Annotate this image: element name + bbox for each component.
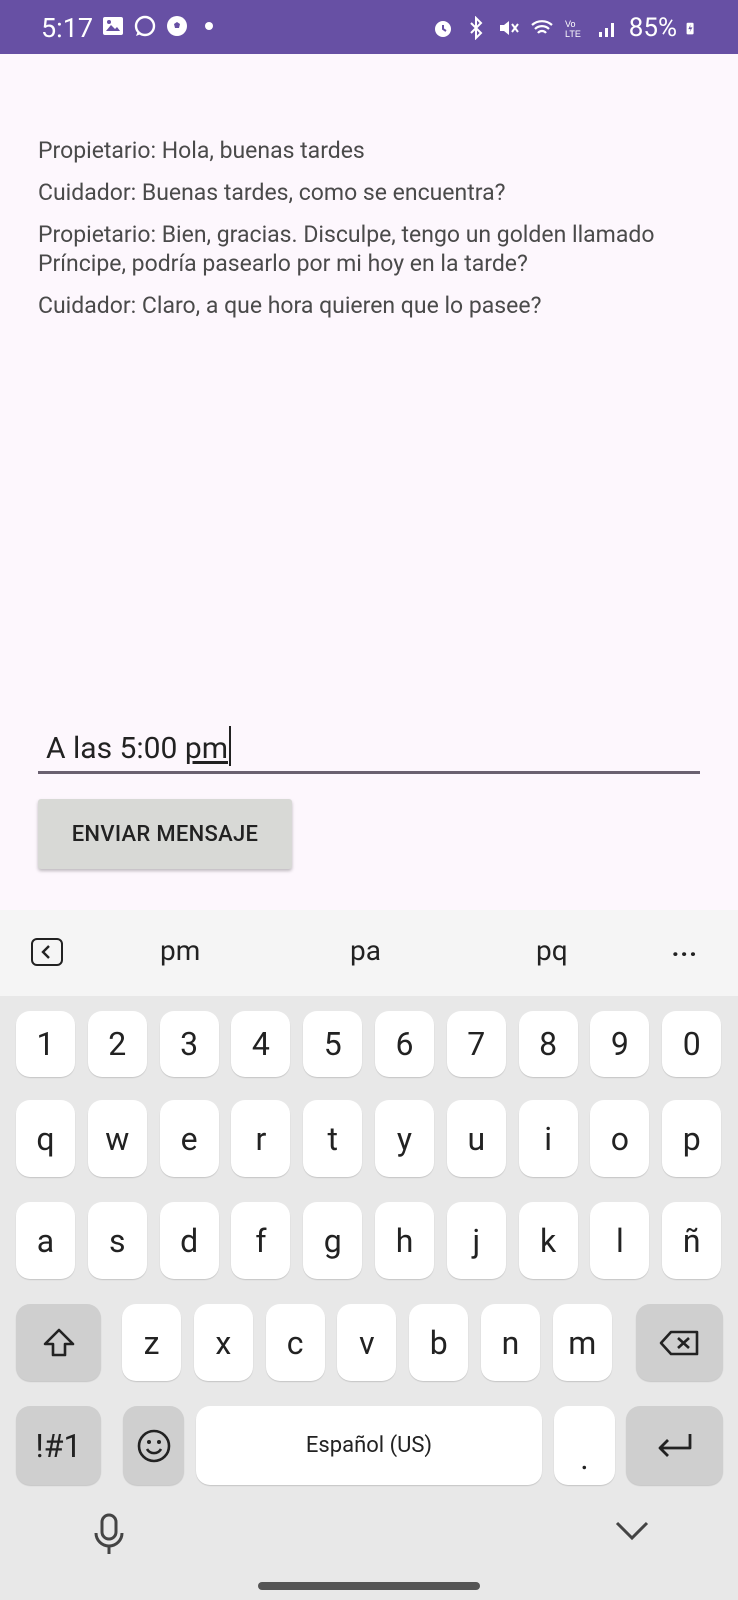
key-letter[interactable]: b xyxy=(409,1304,469,1381)
key-letter[interactable]: m xyxy=(552,1304,612,1381)
svg-text:LTE: LTE xyxy=(565,29,581,39)
key-letter[interactable]: x xyxy=(193,1304,253,1381)
battery-percent: 85% xyxy=(628,13,677,43)
space-key[interactable]: Español (US) xyxy=(196,1406,542,1485)
chat-message: Propietario: Hola, buenas tardes xyxy=(38,137,365,164)
key-letter[interactable]: u xyxy=(446,1100,506,1177)
send-message-button[interactable]: ENVIAR MENSAJE xyxy=(38,799,292,869)
key-letter[interactable]: q xyxy=(16,1100,75,1177)
key-letter[interactable]: h xyxy=(375,1202,434,1279)
suggestion-item[interactable]: pm xyxy=(160,934,200,967)
key-letter[interactable]: y xyxy=(375,1100,434,1177)
enter-icon xyxy=(658,1433,691,1457)
key-letter[interactable]: j xyxy=(446,1202,506,1279)
battery-charging-icon xyxy=(686,22,694,35)
soccer-icon xyxy=(167,16,187,36)
status-time: 5:17 xyxy=(41,12,94,44)
shift-key[interactable] xyxy=(16,1304,101,1381)
key-letter[interactable]: n xyxy=(481,1304,540,1381)
key-letter[interactable]: s xyxy=(87,1202,147,1279)
suggestion-strip: pm pa pq ··· xyxy=(0,910,738,996)
text-cursor xyxy=(229,726,231,766)
key-letter[interactable]: ñ xyxy=(662,1202,722,1279)
chat-log: Propietario: Hola, buenas tardes Cuidado… xyxy=(38,136,678,333)
home-gesture-bar[interactable] xyxy=(258,1582,480,1590)
key-letter[interactable]: e xyxy=(159,1100,219,1177)
key-number[interactable]: 0 xyxy=(662,1011,722,1077)
key-letter[interactable]: z xyxy=(122,1304,181,1381)
key-letter[interactable]: r xyxy=(231,1100,291,1177)
key-number[interactable]: 2 xyxy=(87,1011,147,1077)
key-letter[interactable]: f xyxy=(231,1202,291,1279)
suggestion-item[interactable]: pa xyxy=(350,934,381,967)
key-letter[interactable]: a xyxy=(16,1202,75,1279)
symbols-key[interactable]: !#1 xyxy=(16,1406,101,1485)
key-number[interactable]: 6 xyxy=(375,1011,434,1077)
emoji-key[interactable] xyxy=(123,1406,184,1485)
chat-message: Propietario: Bien, gracias. Disculpe, te… xyxy=(38,221,655,277)
key-letter[interactable]: d xyxy=(159,1202,219,1279)
keyboard-toolbar-back-icon[interactable] xyxy=(31,938,63,966)
key-number[interactable]: 7 xyxy=(446,1011,506,1077)
key-number[interactable]: 8 xyxy=(518,1011,578,1077)
gallery-icon xyxy=(103,17,123,35)
key-number[interactable]: 4 xyxy=(231,1011,291,1077)
volte-icon: VoLTE xyxy=(565,19,581,39)
key-letter[interactable]: i xyxy=(518,1100,578,1177)
status-bar: 5:17 Vo LTE 85% xyxy=(0,0,738,54)
keyboard xyxy=(0,996,738,1600)
key-letter[interactable]: o xyxy=(590,1100,650,1177)
chat-message: Cuidador: Buenas tardes, como se encuent… xyxy=(38,179,506,206)
key-letter[interactable]: g xyxy=(303,1202,363,1279)
alarm-icon xyxy=(434,21,451,37)
key-letter[interactable]: c xyxy=(265,1304,325,1381)
emoji-icon xyxy=(137,1429,170,1462)
signal-icon xyxy=(598,23,614,37)
mute-icon xyxy=(499,21,519,35)
key-letter[interactable]: v xyxy=(337,1304,397,1381)
key-letter[interactable]: l xyxy=(590,1202,650,1279)
key-letter[interactable]: t xyxy=(303,1100,363,1177)
bluetooth-icon xyxy=(470,16,483,40)
microphone-icon[interactable] xyxy=(92,1513,126,1557)
key-letter[interactable]: p xyxy=(662,1100,722,1177)
svg-text:Vo: Vo xyxy=(565,19,576,29)
message-input[interactable]: A las 5:00 pm xyxy=(38,712,700,774)
shift-icon xyxy=(43,1328,74,1356)
key-number[interactable]: 3 xyxy=(159,1011,219,1077)
key-number[interactable]: 1 xyxy=(16,1011,75,1077)
key-number[interactable]: 5 xyxy=(303,1011,363,1077)
enter-key[interactable] xyxy=(626,1406,723,1485)
backspace-key[interactable] xyxy=(636,1304,723,1381)
whatsapp-icon xyxy=(134,15,156,37)
key-number[interactable]: 9 xyxy=(590,1011,650,1077)
wifi-icon xyxy=(530,20,553,34)
notification-dot-icon xyxy=(205,22,213,30)
chat-message: Cuidador: Claro, a que hora quieren que … xyxy=(38,292,542,319)
period-key[interactable]: . xyxy=(554,1406,615,1485)
key-letter[interactable]: w xyxy=(87,1100,147,1177)
suggestion-item[interactable]: pq xyxy=(536,934,568,967)
backspace-icon xyxy=(659,1330,698,1355)
message-input-composing: pm xyxy=(184,731,228,766)
hide-keyboard-chevron-icon[interactable] xyxy=(614,1520,650,1542)
key-letter[interactable]: k xyxy=(518,1202,578,1279)
more-options-icon[interactable]: ··· xyxy=(671,940,698,970)
message-input-value: A las 5:00 xyxy=(46,731,185,766)
